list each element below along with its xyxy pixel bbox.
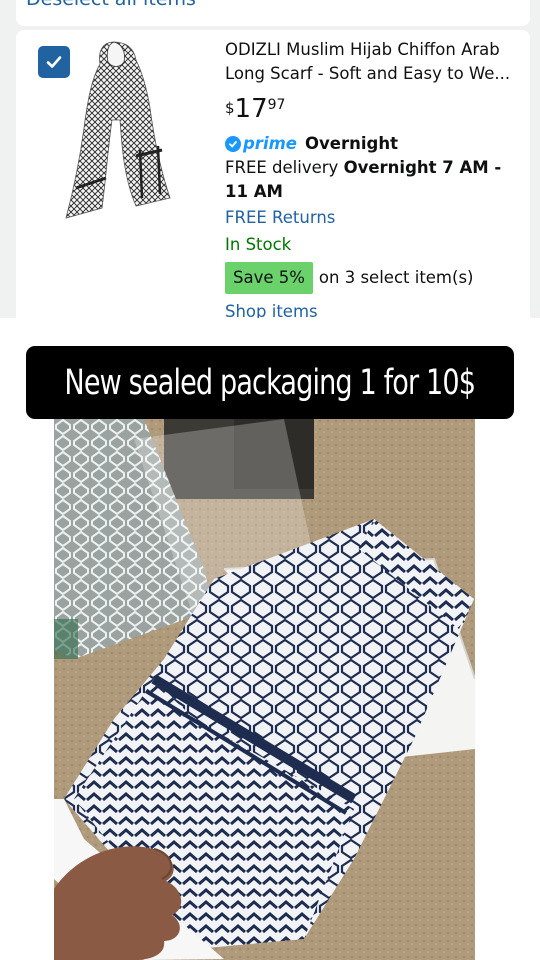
delivery-prefix: FREE delivery (225, 158, 344, 177)
product-thumbnail[interactable] (62, 38, 172, 222)
delivery-line-1: FREE delivery Overnight 7 AM - (225, 156, 525, 180)
prime-check-icon (225, 136, 241, 152)
product-card: ODIZLI Muslim Hijab Chiffon Arab Long Sc… (16, 30, 530, 318)
delivery-line-2: 11 AM (225, 182, 283, 201)
caption-banner: New sealed packaging 1 for 10$ (26, 346, 514, 419)
deselect-card: Deselect all items (16, 0, 530, 26)
delivery-time: Overnight 7 AM - (343, 158, 502, 177)
price-whole: 17 (234, 94, 268, 124)
prime-speed: Overnight (305, 134, 398, 153)
deselect-all-link[interactable]: Deselect all items (26, 0, 196, 10)
checkmark-icon (46, 56, 62, 68)
price-symbol: $ (225, 99, 235, 117)
shop-items-link[interactable]: Shop items (225, 302, 318, 318)
product-title[interactable]: ODIZLI Muslim Hijab Chiffon Arab Long Sc… (225, 38, 525, 86)
free-returns-link[interactable]: FREE Returns (225, 206, 525, 230)
prime-logo: prime (243, 134, 297, 153)
product-details: ODIZLI Muslim Hijab Chiffon Arab Long Sc… (225, 38, 525, 294)
cart-item-panel: Deselect all items ODIZLI Muslim H (0, 0, 540, 318)
stock-status: In Stock (225, 235, 292, 254)
product-photo (54, 419, 475, 960)
promotion-row: Save 5% on 3 select item(s) (225, 262, 525, 294)
caption-text: New sealed packaging 1 for 10$ (64, 362, 476, 403)
save-badge: Save 5% (225, 262, 313, 294)
product-price: $ 17 97 (225, 96, 525, 130)
prime-row: prime Overnight (225, 132, 525, 156)
save-suffix: on 3 select item(s) (318, 268, 474, 287)
price-fraction: 97 (267, 97, 286, 113)
